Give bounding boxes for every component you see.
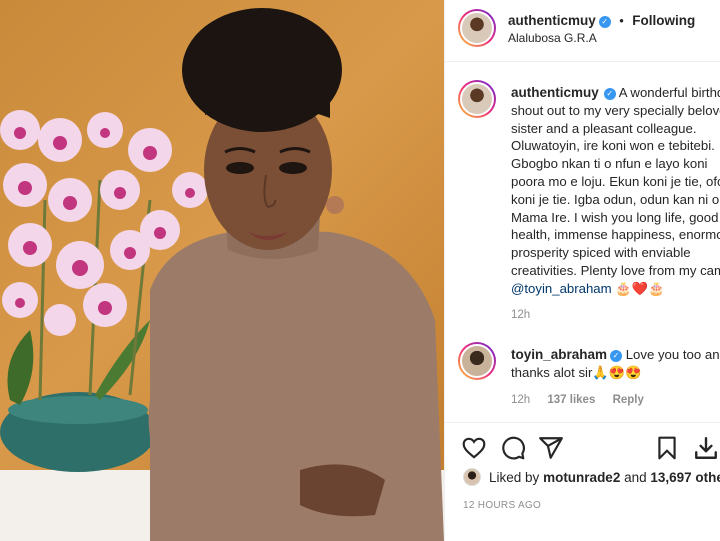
download-icon[interactable] <box>693 435 719 461</box>
action-bar <box>445 422 720 472</box>
caption-emoji: 🎂❤️🎂 <box>615 280 665 296</box>
reply-button[interactable]: Reply <box>613 394 644 406</box>
header-separator: • <box>619 13 624 28</box>
likes-prefix: Liked by <box>489 470 540 485</box>
caption: authenticmuy ✓ A wonderful birthday shout… <box>511 84 720 298</box>
likes-summary: Liked by motunrade2 and 13,697 others <box>463 468 720 486</box>
comment-icon[interactable] <box>500 435 526 461</box>
header-user-line: authenticmuy ✓ • Following <box>508 12 695 30</box>
following-button[interactable]: Following <box>632 13 695 28</box>
author-username[interactable]: authenticmuy <box>508 13 596 28</box>
verified-badge-icon: ✓ <box>603 88 616 100</box>
liker-avatar[interactable] <box>463 468 481 486</box>
share-icon[interactable] <box>538 435 564 461</box>
post-header: authenticmuy ✓ • Following Alalubosa G.R.… <box>445 0 720 62</box>
likes-and: and <box>624 470 647 485</box>
reply-time[interactable]: 12h <box>511 394 530 406</box>
author-avatar[interactable] <box>458 9 496 47</box>
reply-comment: toyin_abraham ✓ Love you too and thanks a… <box>511 346 720 382</box>
caption-text: A wonderful birthday shout out to my ver… <box>511 85 720 278</box>
reply-likes[interactable]: 137 likes <box>547 394 595 406</box>
post-photo[interactable] <box>0 0 444 541</box>
likes-others[interactable]: 13,697 others <box>650 470 720 485</box>
reply-meta: 12h 137 likes Reply <box>511 394 658 406</box>
post-timestamp: 12 HOURS AGO <box>463 500 542 511</box>
verified-badge-icon: ✓ <box>598 16 611 28</box>
heart-icon[interactable] <box>461 435 487 461</box>
liker-username[interactable]: motunrade2 <box>543 470 620 485</box>
caption-time[interactable]: 12h <box>511 309 530 321</box>
caption-avatar[interactable] <box>458 80 496 118</box>
caption-mention[interactable]: @toyin_abraham <box>511 281 612 296</box>
verified-badge-icon: ✓ <box>610 350 623 362</box>
bookmark-icon[interactable] <box>654 435 680 461</box>
comments-section: authenticmuy ✓ A wonderful birthday shout… <box>445 62 720 422</box>
post-location[interactable]: Alalubosa G.R.A <box>508 31 597 45</box>
reply-avatar[interactable] <box>458 342 496 380</box>
caption-username[interactable]: authenticmuy <box>511 85 599 100</box>
portrait-illustration <box>0 8 444 541</box>
reply-username[interactable]: toyin_abraham <box>511 347 607 362</box>
post-side-panel: authenticmuy ✓ • Following Alalubosa G.R.… <box>444 0 720 541</box>
